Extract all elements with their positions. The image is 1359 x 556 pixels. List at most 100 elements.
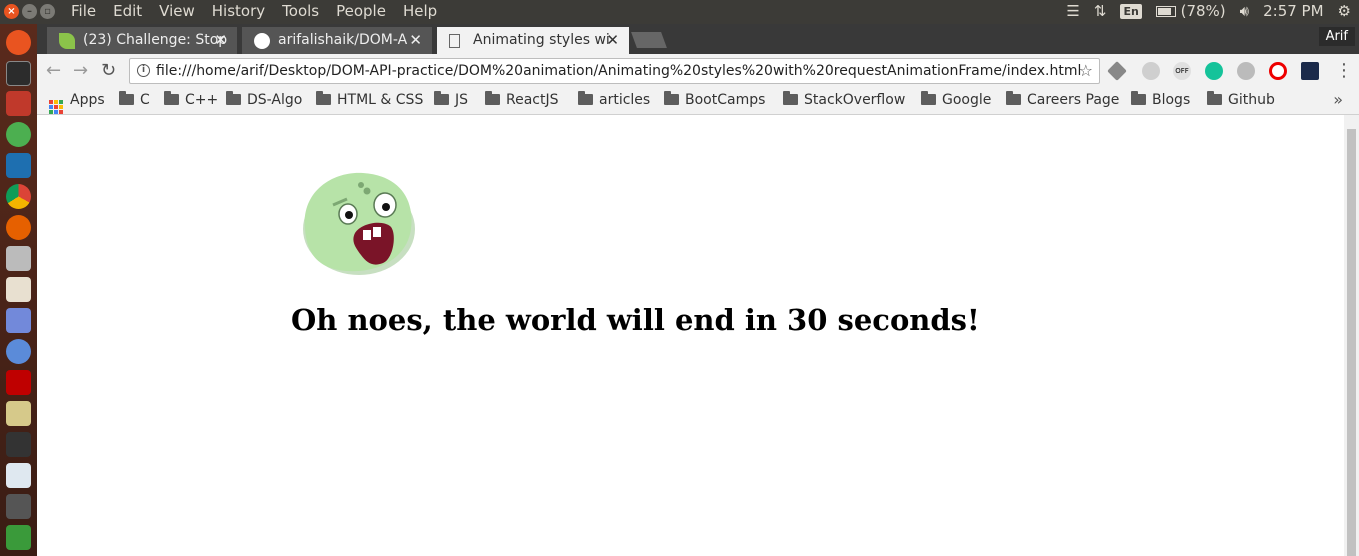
ubuntu-launcher bbox=[0, 24, 37, 556]
folder-icon bbox=[578, 91, 593, 105]
close-window-button[interactable]: × bbox=[4, 4, 19, 19]
bookmark-label: JS bbox=[455, 92, 469, 108]
tab-close-icon[interactable]: ✕ bbox=[606, 27, 619, 54]
bookmark-star-icon[interactable]: ☆ bbox=[1079, 59, 1093, 83]
bookmark-folder-bootcamps[interactable]: BootCamps bbox=[664, 91, 765, 108]
new-tab-button[interactable] bbox=[631, 32, 667, 48]
tab-close-icon[interactable]: ✕ bbox=[214, 27, 227, 54]
tab-github[interactable]: arifalishaik/DOM-A ✕ bbox=[242, 27, 432, 54]
grammarly-icon[interactable] bbox=[1205, 62, 1223, 80]
bookmark-folder-blogs[interactable]: Blogs bbox=[1131, 91, 1191, 108]
bookmark-folder-careers-page[interactable]: Careers Page bbox=[1006, 91, 1119, 108]
monster-spot bbox=[358, 182, 364, 188]
clock[interactable]: 2:57 PM bbox=[1263, 2, 1323, 20]
app-menu-bar: File Edit View History Tools People Help bbox=[71, 2, 437, 20]
extension-layers-icon[interactable] bbox=[1107, 61, 1127, 81]
more-bookmarks-chevron-icon[interactable]: » bbox=[1333, 90, 1343, 109]
bookmark-folder-google[interactable]: Google bbox=[921, 91, 992, 108]
chrome-icon[interactable] bbox=[6, 184, 31, 209]
bookmark-folder-ds-algo[interactable]: DS-Algo bbox=[226, 91, 303, 108]
bookmark-folder-html-css[interactable]: HTML & CSS bbox=[316, 91, 423, 108]
firefox-icon[interactable] bbox=[6, 215, 31, 240]
menu-people[interactable]: People bbox=[336, 2, 386, 20]
tab-label: (23) Challenge: Stop bbox=[83, 32, 228, 48]
bookmark-folder-reactjs[interactable]: ReactJS bbox=[485, 91, 559, 108]
filezilla-icon[interactable] bbox=[6, 370, 31, 395]
profile-button[interactable]: Arif bbox=[1318, 27, 1355, 46]
udacity-icon[interactable] bbox=[1301, 62, 1319, 80]
battery-indicator[interactable]: (78%) bbox=[1155, 2, 1226, 20]
volume-icon[interactable]: 🔊︎ bbox=[1240, 2, 1249, 20]
extension-off-icon[interactable]: OFF bbox=[1173, 62, 1191, 80]
info-icon[interactable]: i bbox=[137, 64, 150, 77]
tab-challenge[interactable]: (23) Challenge: Stop ✕ bbox=[47, 27, 237, 54]
menu-help[interactable]: Help bbox=[403, 2, 437, 20]
tab-animating-styles[interactable]: Animating styles wi ✕ bbox=[437, 27, 629, 54]
menu-tools[interactable]: Tools bbox=[282, 2, 319, 20]
menu-history[interactable]: History bbox=[212, 2, 265, 20]
ubuntu-dash-icon[interactable] bbox=[6, 30, 31, 55]
document-icon[interactable] bbox=[6, 463, 31, 488]
image-viewer-icon[interactable] bbox=[6, 401, 31, 426]
menu-edit[interactable]: Edit bbox=[113, 2, 142, 20]
url-text: file:///home/arif/Desktop/DOM-API-practi… bbox=[156, 63, 1082, 79]
scrollbar-thumb[interactable] bbox=[1347, 129, 1356, 556]
bookmark-label: Google bbox=[942, 92, 992, 108]
vscode-icon[interactable] bbox=[6, 153, 31, 178]
bookmark-folder-cpp[interactable]: C++ bbox=[164, 91, 218, 108]
forward-button[interactable]: → bbox=[73, 60, 88, 81]
spreadsheet-icon[interactable] bbox=[6, 525, 31, 550]
extension-at-icon[interactable] bbox=[1237, 62, 1255, 80]
bookmark-folder-stackoverflow[interactable]: StackOverflow bbox=[783, 91, 905, 108]
discord-icon[interactable] bbox=[6, 308, 31, 333]
chrome-alt-icon[interactable] bbox=[6, 122, 31, 147]
battery-icon bbox=[1155, 6, 1176, 17]
address-bar[interactable]: i file:///home/arif/Desktop/DOM-API-prac… bbox=[129, 58, 1100, 84]
battery-percent: (78%) bbox=[1180, 2, 1226, 20]
sublime-text-icon[interactable] bbox=[6, 494, 31, 519]
bookmark-folder-github[interactable]: Github bbox=[1207, 91, 1275, 108]
terminal-icon[interactable] bbox=[6, 61, 31, 86]
system-top-panel: × – ▫ File Edit View History Tools Peopl… bbox=[0, 0, 1359, 24]
bookmark-folder-c[interactable]: C bbox=[119, 91, 150, 108]
folder-icon bbox=[1207, 91, 1222, 105]
network-arrows-icon[interactable]: ⇅ bbox=[1094, 2, 1107, 20]
settings-gear-icon[interactable]: ⚙ bbox=[1338, 2, 1351, 20]
folder-icon bbox=[316, 91, 331, 105]
bookmark-folder-js[interactable]: JS bbox=[434, 91, 469, 108]
menu-view[interactable]: View bbox=[159, 2, 195, 20]
page-scrollbar[interactable] bbox=[1344, 115, 1359, 556]
tab-close-icon[interactable]: ✕ bbox=[409, 27, 422, 54]
bookmark-label: Blogs bbox=[1152, 92, 1191, 108]
notes-icon[interactable]: ☰ bbox=[1066, 2, 1079, 20]
camera-icon[interactable] bbox=[6, 246, 31, 271]
bookmark-label: articles bbox=[599, 92, 651, 108]
maximize-window-button[interactable]: ▫ bbox=[40, 4, 55, 19]
opera-icon[interactable] bbox=[1269, 62, 1287, 80]
bookmark-folder-articles[interactable]: articles bbox=[578, 91, 651, 108]
bookmark-label: Github bbox=[1228, 92, 1275, 108]
folder-icon bbox=[1131, 91, 1146, 105]
chrome-menu-icon[interactable]: ⋮ bbox=[1335, 60, 1353, 81]
extension-heart-icon[interactable] bbox=[1142, 62, 1160, 80]
reload-button[interactable]: ↻ bbox=[101, 60, 116, 81]
video-editor-icon[interactable] bbox=[6, 432, 31, 457]
monster-spot bbox=[363, 187, 371, 195]
folder-icon bbox=[783, 91, 798, 105]
page-content: Oh noes, the world will end in 30 second… bbox=[37, 115, 1344, 556]
folder-icon bbox=[434, 91, 449, 105]
folder-icon bbox=[164, 91, 179, 105]
keyboard-layout-indicator[interactable]: En bbox=[1120, 3, 1142, 19]
java-icon[interactable] bbox=[6, 277, 31, 302]
minimize-window-button[interactable]: – bbox=[22, 4, 37, 19]
back-button[interactable]: ← bbox=[46, 60, 61, 81]
bookmark-label: DS-Algo bbox=[247, 92, 303, 108]
github-icon bbox=[254, 33, 270, 49]
bookmark-apps[interactable]: Apps bbox=[49, 92, 105, 114]
folder-icon bbox=[1006, 91, 1021, 105]
files-icon[interactable] bbox=[6, 91, 31, 116]
folder-icon bbox=[921, 91, 936, 105]
folder-icon bbox=[485, 91, 500, 105]
chromium-icon[interactable] bbox=[6, 339, 31, 364]
menu-file[interactable]: File bbox=[71, 2, 96, 20]
